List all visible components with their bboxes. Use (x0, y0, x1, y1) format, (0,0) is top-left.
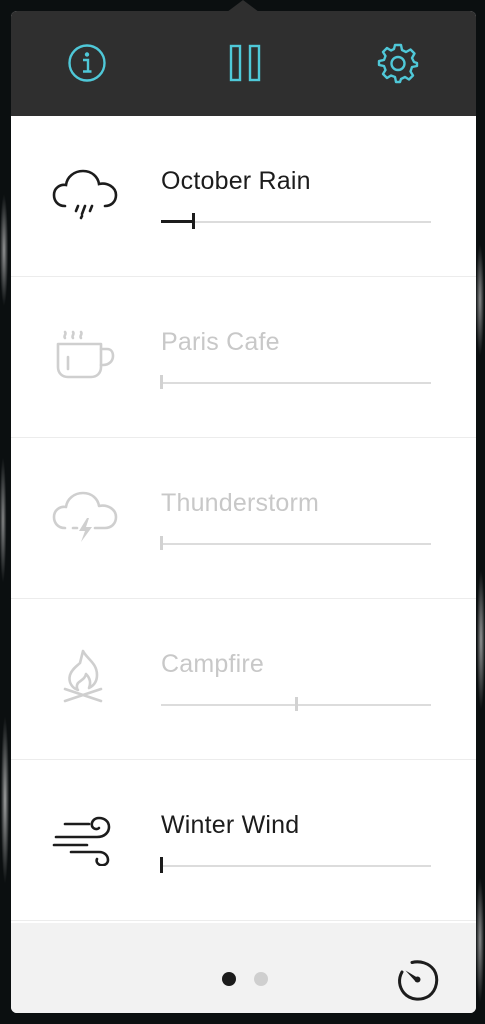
toolbar (11, 11, 476, 116)
wind-icon (52, 816, 111, 866)
sound-label: Paris Cafe (161, 328, 280, 356)
volume-slider[interactable] (160, 373, 431, 393)
pause-button[interactable] (223, 41, 267, 85)
slider-track (161, 543, 431, 545)
sound-label: Winter Wind (161, 811, 300, 839)
volume-slider[interactable] (160, 856, 431, 876)
rain-cloud-icon (52, 169, 118, 220)
gear-icon (377, 43, 419, 84)
sound-row-campfire[interactable]: Campfire (11, 599, 476, 760)
slider-track (161, 382, 431, 384)
slider-track (161, 865, 431, 867)
sound-row-winter-wind[interactable]: Winter Wind (11, 760, 476, 921)
volume-slider[interactable] (160, 534, 431, 554)
campfire-icon (63, 649, 103, 703)
timer-button[interactable] (396, 958, 440, 1002)
sound-label: October Rain (161, 167, 311, 195)
sound-label: Campfire (161, 650, 265, 678)
info-button[interactable] (65, 41, 109, 85)
pause-icon (229, 44, 261, 82)
sound-row-thunderstorm[interactable]: Thunderstorm (11, 438, 476, 599)
slider-thumb[interactable] (160, 857, 163, 873)
slider-thumb[interactable] (192, 213, 196, 229)
info-icon (68, 44, 106, 82)
slider-thumb[interactable] (160, 375, 163, 389)
slider-thumb[interactable] (295, 697, 298, 711)
slider-thumb[interactable] (160, 536, 163, 550)
coffee-cup-icon (56, 330, 115, 379)
sound-label: Thunderstorm (161, 489, 320, 517)
volume-slider[interactable] (161, 695, 431, 715)
page-indicator-dot[interactable] (254, 972, 268, 986)
slider-fill (161, 220, 194, 223)
sound-row-paris-cafe[interactable]: Paris Cafe (11, 277, 476, 438)
timer-icon (398, 960, 439, 1001)
footer-bar (11, 923, 476, 1013)
page-indicator-dot-active[interactable] (222, 972, 236, 986)
slider-track (161, 221, 431, 223)
settings-button[interactable] (376, 41, 420, 85)
sound-row-october-rain[interactable]: October Rain (11, 116, 476, 277)
sound-mixer-panel: October Rain Paris Cafe Thunderstorm Cam… (11, 11, 476, 1013)
thunder-cloud-icon (52, 491, 118, 542)
volume-slider[interactable] (161, 212, 431, 232)
sound-list: October Rain Paris Cafe Thunderstorm Cam… (11, 116, 476, 921)
